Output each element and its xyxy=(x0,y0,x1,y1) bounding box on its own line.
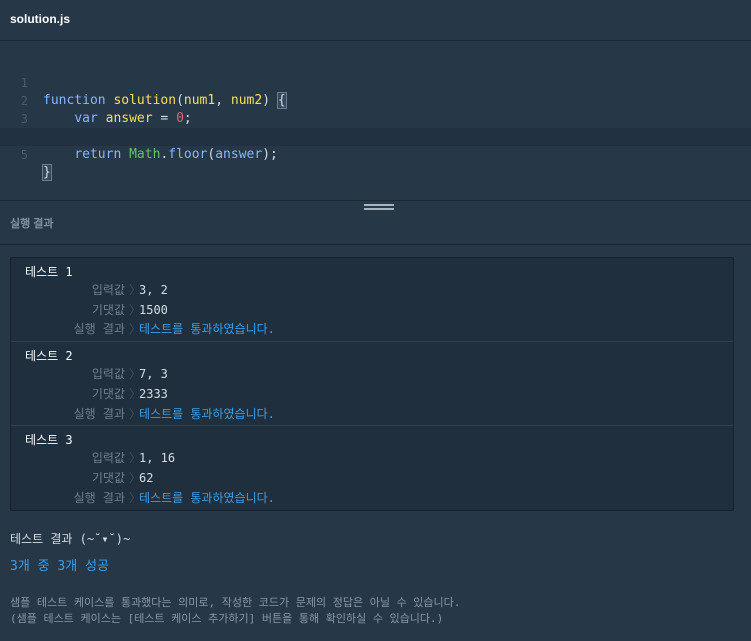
result-value: 테스트를 통과하였습니다. xyxy=(139,407,275,421)
summary-result: 3개 중 3개 성공 xyxy=(10,559,109,574)
brace-close: } xyxy=(42,164,52,181)
expected-row: 기댓값 〉 2333 xyxy=(11,384,733,404)
result-label: 실행 결과 xyxy=(73,322,125,336)
test-case: 테스트 1 입력값 〉 3, 2 기댓값 〉 1500 실행 결과 〉 테스트를… xyxy=(11,258,733,342)
code-line-2[interactable]: 2 var answer = 0; xyxy=(0,74,751,126)
method-floor: floor xyxy=(168,147,208,162)
input-row: 입력값 〉 1, 16 xyxy=(11,448,733,468)
code-line-5[interactable]: 5 } xyxy=(0,128,751,181)
input-label: 입력값 xyxy=(91,367,125,381)
code-line-4[interactable]: 4 return Math.floor(answer); xyxy=(0,110,751,162)
keyword-return: return xyxy=(74,147,122,162)
results-title: 실행 결과 xyxy=(10,218,54,230)
result-row: 실행 결과 〉 테스트를 통과하였습니다. xyxy=(11,488,733,508)
test-case: 테스트 2 입력값 〉 7, 3 기댓값 〉 2333 실행 결과 〉 테스트를… xyxy=(11,342,733,426)
resize-handle-icon[interactable] xyxy=(364,204,394,212)
result-label: 실행 결과 xyxy=(73,491,125,505)
test-title: 테스트 3 xyxy=(25,433,73,447)
result-row: 실행 결과 〉 테스트를 통과하였습니다. xyxy=(11,319,733,339)
line-number: 5 xyxy=(20,148,28,162)
test-case: 테스트 3 입력값 〉 1, 16 기댓값 〉 62 실행 결과 〉 테스트를 … xyxy=(11,426,733,510)
code-editor[interactable]: 1 function solution(num1, num2) { 2 var … xyxy=(0,41,751,201)
text-cursor xyxy=(50,165,52,180)
test-title: 테스트 1 xyxy=(25,265,73,279)
file-tab-bar: solution.js xyxy=(0,0,751,41)
summary-label: 테스트 결과 (~˘▾˘)~ xyxy=(10,532,131,546)
input-value: 7, 3 xyxy=(139,367,168,381)
input-value: 1, 16 xyxy=(139,451,176,465)
input-row: 입력값 〉 7, 3 xyxy=(11,364,733,384)
input-row: 입력값 〉 3, 2 xyxy=(11,280,733,300)
paren-close: ); xyxy=(262,147,278,162)
input-label: 입력값 xyxy=(91,451,125,465)
result-value: 테스트를 통과하였습니다. xyxy=(139,322,275,336)
result-row: 실행 결과 〉 테스트를 통과하였습니다. xyxy=(11,404,733,424)
result-value: 테스트를 통과하였습니다. xyxy=(139,491,275,505)
expected-value: 1500 xyxy=(139,303,168,317)
summary-note: (샘플 테스트 케이스는 [테스트 케이스 추가하기] 버튼을 통해 확인하실 … xyxy=(10,612,444,625)
variable-answer: answer xyxy=(215,147,263,162)
expected-row: 기댓값 〉 62 xyxy=(11,468,733,488)
code-line-1[interactable]: 1 function solution(num1, num2) { xyxy=(0,56,751,109)
object-math: Math xyxy=(129,147,161,162)
input-label: 입력값 xyxy=(91,283,125,297)
expected-row: 기댓값 〉 1500 xyxy=(11,300,733,320)
input-value: 3, 2 xyxy=(139,283,168,297)
expected-label: 기댓값 xyxy=(91,303,125,317)
test-title: 테스트 2 xyxy=(25,349,73,363)
file-name[interactable]: solution.js xyxy=(10,12,70,26)
expected-label: 기댓값 xyxy=(91,471,125,485)
expected-value: 62 xyxy=(139,471,154,485)
test-results-panel: 테스트 1 입력값 〉 3, 2 기댓값 〉 1500 실행 결과 〉 테스트를… xyxy=(10,257,734,511)
result-label: 실행 결과 xyxy=(73,407,125,421)
summary-note: 샘플 테스트 케이스를 통과했다는 의미로, 작성한 코드가 문제의 정답은 아… xyxy=(10,596,461,609)
expected-label: 기댓값 xyxy=(91,387,125,401)
expected-value: 2333 xyxy=(139,387,168,401)
code-line-3[interactable]: 3 answer = num1 / num2 * 1000 xyxy=(0,92,751,144)
